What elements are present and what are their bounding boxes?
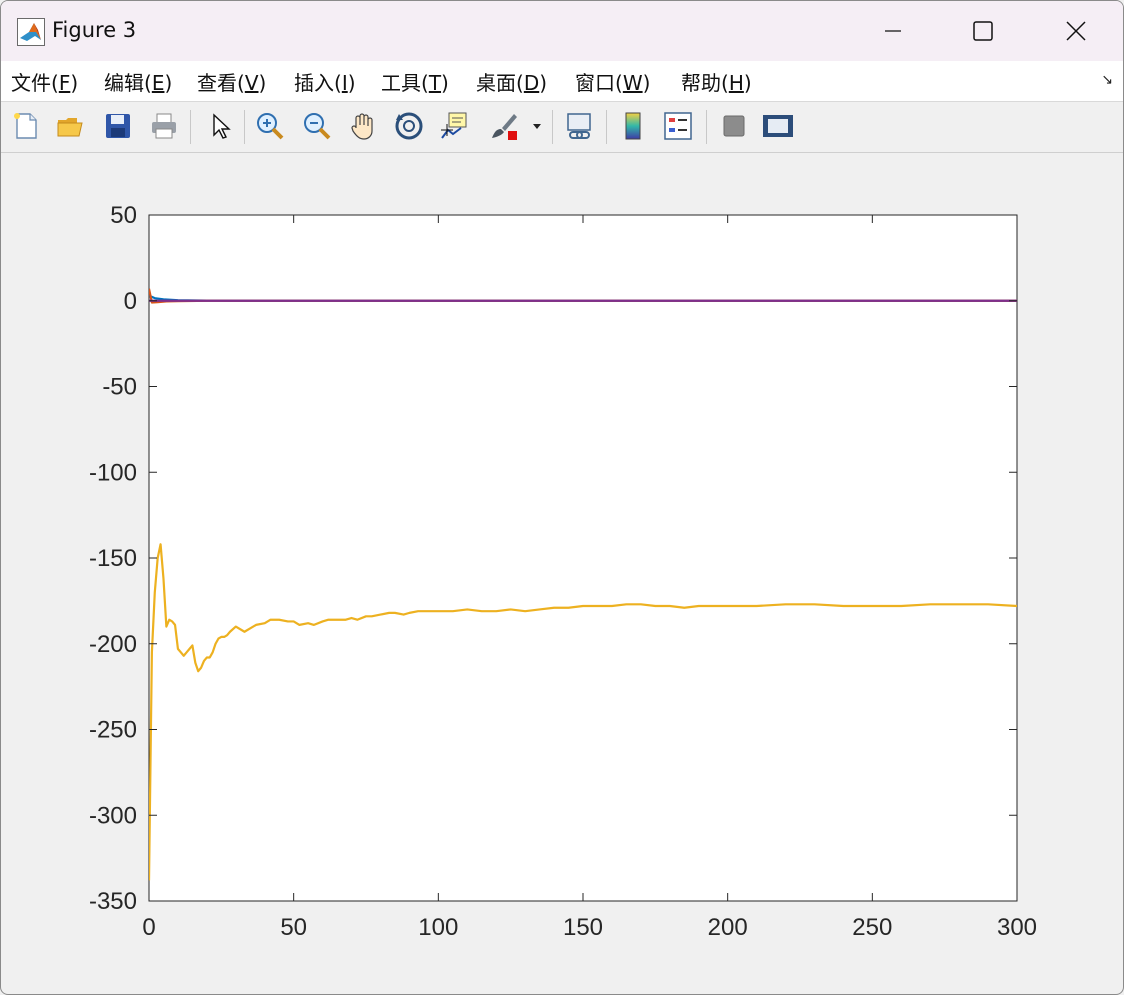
show-plot-tools-button[interactable] <box>761 109 795 143</box>
y-tick-label: -50 <box>102 374 137 401</box>
x-tick-label: 200 <box>708 914 748 941</box>
y-tick-label: -150 <box>89 545 137 572</box>
menu-bar: 文件(F) 编辑(E) 查看(V) 插入(I) 工具(T) 桌面(D) 窗口(W… <box>1 61 1123 102</box>
toolbar-separator <box>606 110 607 144</box>
brush-dropdown-button[interactable] <box>529 109 545 143</box>
edit-plot-pointer-icon <box>213 113 231 139</box>
dock-figure-icon[interactable]: ↘ <box>1101 72 1113 88</box>
brush-button[interactable] <box>487 109 521 143</box>
toolbar-separator <box>244 110 245 144</box>
minimize-button[interactable] <box>870 11 916 51</box>
show-plot-tools-icon <box>763 115 793 137</box>
window-title: Figure 3 <box>52 18 137 42</box>
edit-plot-button[interactable] <box>203 109 237 143</box>
maximize-icon <box>973 21 993 41</box>
open-file-icon <box>57 118 83 137</box>
rotate-3d-icon <box>395 112 423 140</box>
plot-axes[interactable]: 0 50 100 150 200 250 300 50 0 -50 -100 -150 -200 -250… <box>1 153 1123 994</box>
print-icon <box>152 113 176 139</box>
chevron-down-icon <box>533 124 541 129</box>
menu-desktop[interactable]: 桌面(D) <box>476 67 547 96</box>
y-tick-label: -100 <box>89 459 137 486</box>
x-tick-label: 50 <box>280 914 307 941</box>
x-tick-label: 100 <box>418 914 458 941</box>
colorbar-icon <box>625 112 641 140</box>
link-plot-icon <box>567 113 591 139</box>
maximize-button[interactable] <box>960 11 1006 51</box>
zoom-out-icon <box>304 113 331 140</box>
figure-canvas: 0 50 100 150 200 250 300 50 0 -50 -100 -150 -200 -250… <box>1 153 1123 994</box>
legend-icon <box>664 112 692 140</box>
menu-edit[interactable]: 编辑(E) <box>104 67 172 96</box>
menu-tools[interactable]: 工具(T) <box>381 67 449 96</box>
figure-window: Figure 3 文件(F) 编辑(E) 查看(V) 插入(I) 工具(T) 桌… <box>0 0 1124 995</box>
y-tick-label: -300 <box>89 802 137 829</box>
colorbar-button[interactable] <box>616 109 650 143</box>
menu-view[interactable]: 查看(V) <box>197 67 266 96</box>
title-bar[interactable]: Figure 3 <box>1 1 1123 61</box>
zoom-out-button[interactable] <box>300 109 334 143</box>
y-tick-label: 50 <box>110 202 137 229</box>
y-tick-label: -250 <box>89 717 137 744</box>
link-plot-button[interactable] <box>562 109 596 143</box>
y-tick-label: -350 <box>89 888 137 915</box>
data-cursor-icon <box>441 112 467 139</box>
x-tick-label: 0 <box>142 914 155 941</box>
figure-toolbar <box>1 102 1123 153</box>
pan-button[interactable] <box>346 109 380 143</box>
new-figure-icon <box>14 113 37 139</box>
pan-hand-icon <box>351 113 373 140</box>
x-tick-label: 250 <box>852 914 892 941</box>
new-figure-button[interactable] <box>9 109 43 143</box>
minimize-icon <box>885 30 901 32</box>
y-tick-label: 0 <box>124 288 137 315</box>
menu-insert[interactable]: 插入(I) <box>294 67 356 96</box>
x-tick-label: 150 <box>563 914 603 941</box>
data-cursor-button[interactable] <box>438 109 472 143</box>
legend-button[interactable] <box>661 109 695 143</box>
axes-box <box>148 214 1018 902</box>
close-icon <box>1066 21 1086 41</box>
zoom-in-button[interactable] <box>253 109 287 143</box>
toolbar-separator <box>706 110 707 144</box>
menu-window[interactable]: 窗口(W) <box>575 67 650 96</box>
rotate-3d-button[interactable] <box>392 109 426 143</box>
matlab-logo-icon <box>17 18 45 46</box>
zoom-in-icon <box>257 113 284 140</box>
save-icon <box>106 114 130 138</box>
save-button[interactable] <box>101 109 135 143</box>
hide-plot-tools-icon <box>723 115 745 137</box>
y-tick-label: -200 <box>89 631 137 658</box>
toolbar-separator <box>190 110 191 144</box>
toolbar-separator <box>552 110 553 144</box>
x-tick-label: 300 <box>997 914 1037 941</box>
open-file-button[interactable] <box>53 109 87 143</box>
menu-file[interactable]: 文件(F) <box>11 67 78 96</box>
print-button[interactable] <box>147 109 181 143</box>
hide-plot-tools-button[interactable] <box>717 109 751 143</box>
close-button[interactable] <box>1053 11 1099 51</box>
menu-help[interactable]: 帮助(H) <box>681 67 752 96</box>
brush-icon <box>492 114 517 140</box>
